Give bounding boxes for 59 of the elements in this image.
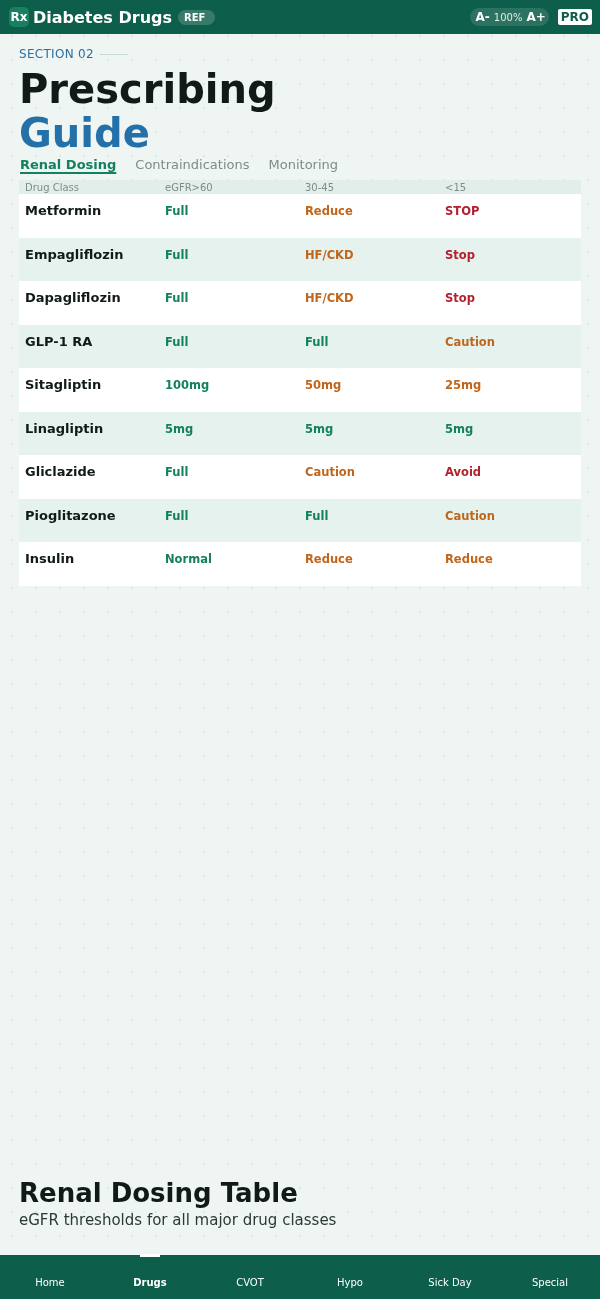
dose-value: Reduce (305, 203, 354, 219)
dose-value: 50mg (305, 377, 343, 393)
column-header: eGFR>60 (165, 181, 214, 193)
drug-name: Pioglitazone (25, 507, 117, 523)
drug-name: Sitagliptin (25, 377, 103, 392)
caption-title: Renal Dosing Table (19, 1178, 299, 1208)
dose-value: Stop (445, 290, 476, 306)
dose-value: Stop (445, 246, 476, 263)
dose-value: Reduce (305, 551, 354, 567)
column-header: Drug Class (25, 181, 80, 193)
dose-value: 5mg (165, 420, 195, 437)
dose-value: 5mg (305, 420, 335, 437)
dose-value: Full (165, 333, 190, 350)
dose-value: STOP (445, 203, 481, 219)
page-title-accent: Guide (19, 111, 150, 155)
dose-value: 25mg (445, 377, 483, 393)
drug-name: Linagliptin (25, 420, 105, 436)
nav-item[interactable]: Drugs (100, 1255, 200, 1299)
dose-value: Normal (165, 551, 213, 567)
ref-badge: REF (178, 9, 216, 25)
zoom-level: 100% (493, 11, 523, 23)
nav-item[interactable]: Special (500, 1255, 600, 1299)
column-header: 30-45 (305, 181, 336, 193)
drug-name: GLP-1 RA (25, 333, 94, 349)
dose-value: Caution (445, 333, 496, 350)
nav-item[interactable]: Sick Day (400, 1255, 500, 1299)
nav-item[interactable]: CVOT (200, 1255, 300, 1299)
section-label: SECTION 02 (19, 47, 94, 61)
dose-value: Avoid (445, 464, 483, 480)
dose-value: HF/CKD (305, 290, 355, 306)
tab[interactable]: Renal Dosing (20, 156, 117, 174)
dose-value: Full (305, 333, 330, 350)
nav-item[interactable]: Home (0, 1255, 100, 1299)
dose-value: Full (165, 203, 190, 219)
nav-item[interactable]: Hypo (300, 1255, 400, 1299)
drug-name: Metformin (25, 203, 103, 218)
dose-value: Caution (305, 464, 356, 480)
dose-value: Reduce (445, 551, 494, 567)
pro-badge: PRO (557, 9, 592, 25)
dose-value: Full (305, 507, 330, 524)
dose-value: HF/CKD (305, 246, 355, 263)
dose-value: 5mg (445, 420, 475, 437)
dose-value: Full (165, 507, 190, 524)
drug-name: Insulin (25, 551, 76, 566)
logo: Rx (9, 7, 29, 27)
dose-value: Caution (445, 507, 496, 524)
page-title: Prescribing (19, 67, 277, 111)
dose-value: Full (165, 464, 190, 480)
column-header: <15 (445, 181, 468, 193)
dose-value: 100mg (165, 377, 211, 393)
dose-value: Full (165, 246, 190, 263)
caption-subtitle: eGFR thresholds for all major drug classes (19, 1211, 338, 1229)
drug-name: Dapagliflozin (25, 290, 122, 305)
decrease-font-button[interactable]: A- (475, 10, 490, 24)
dose-value: Full (165, 290, 190, 306)
drug-name: Gliclazide (25, 464, 97, 479)
app-title: Diabetes Drugs (33, 7, 172, 27)
increase-font-button[interactable]: A+ (526, 10, 546, 24)
drug-name: Empagliflozin (25, 246, 125, 262)
